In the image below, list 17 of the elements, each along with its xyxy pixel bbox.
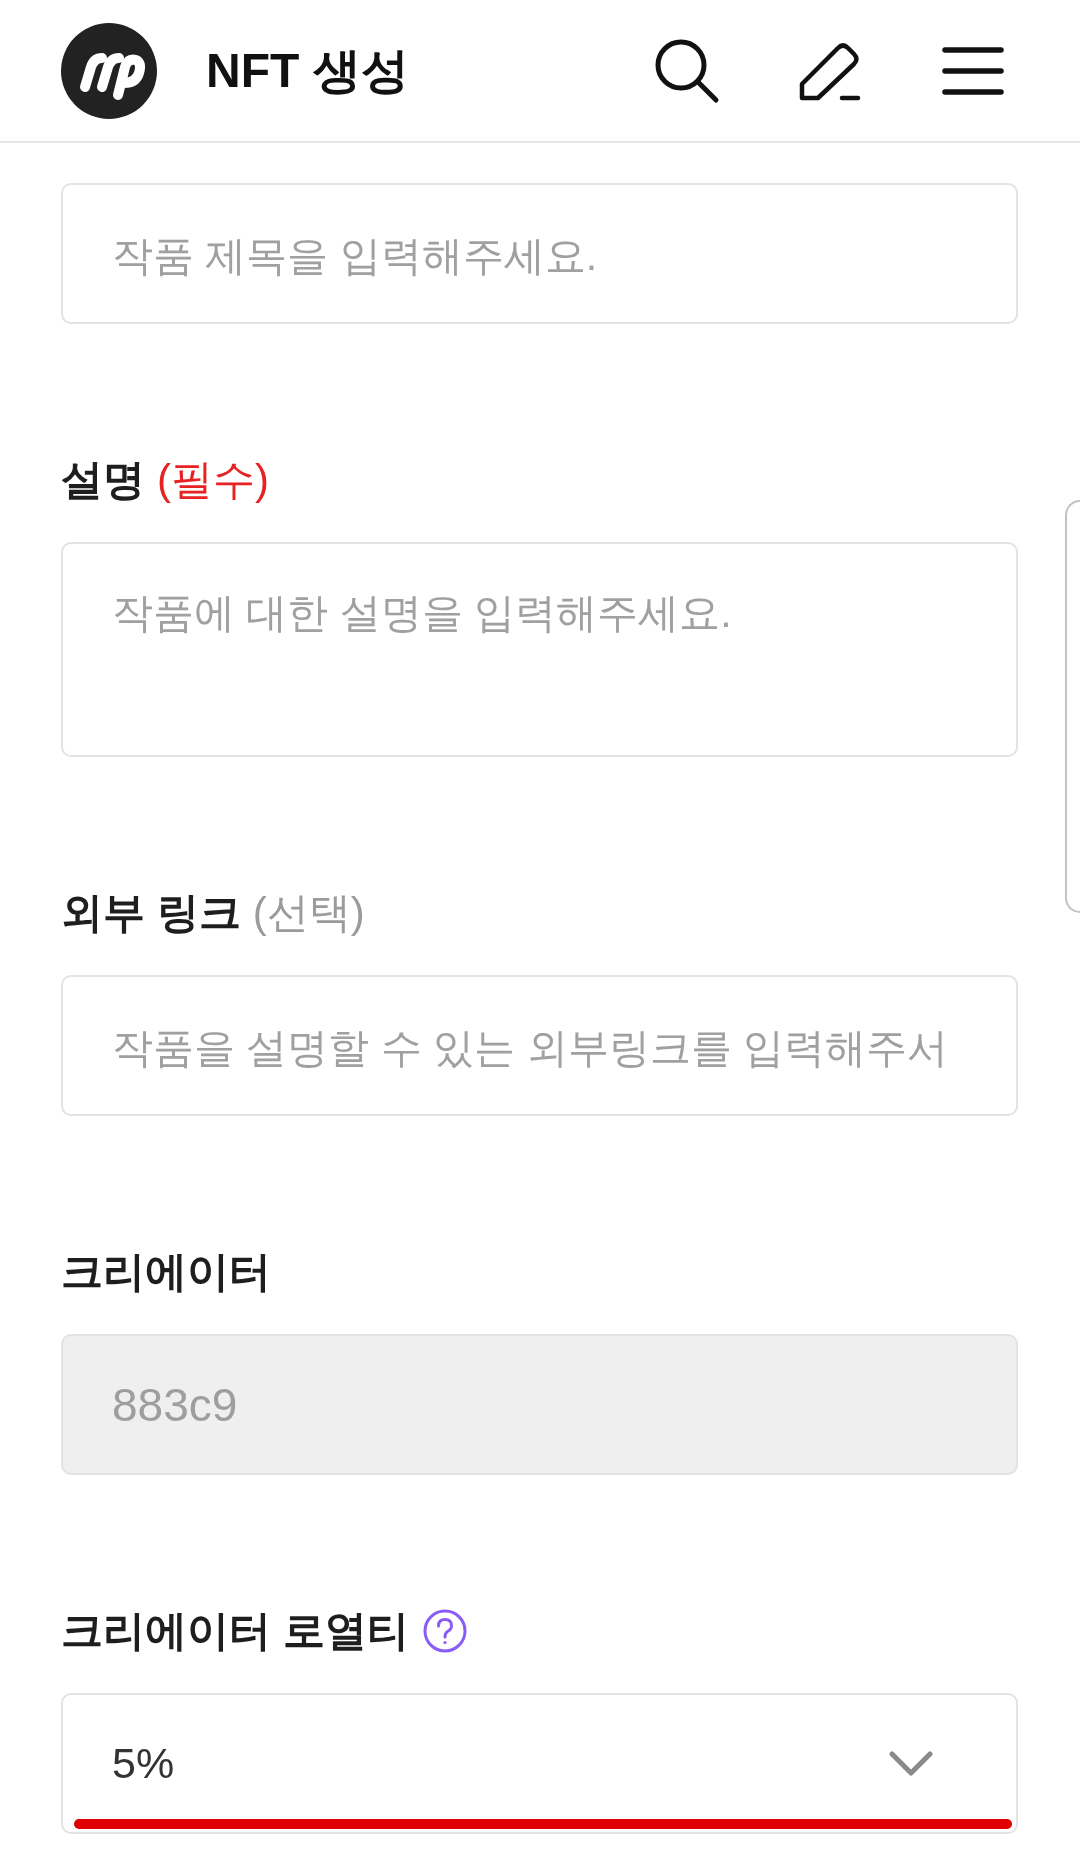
edge-panel-handle[interactable] [1065, 500, 1080, 913]
logo-icon[interactable] [61, 22, 157, 119]
field-label: 설명 [61, 455, 145, 505]
menu-icon[interactable] [942, 45, 1004, 96]
chevron-down-icon [889, 1750, 933, 1777]
search-icon[interactable] [654, 37, 720, 104]
text-field[interactable]: 작품 제목을 입력해주세요. [61, 183, 1018, 324]
text-field[interactable]: 작품을 설명할 수 있는 외부링크를 입력해주서 [61, 975, 1018, 1116]
dropdown[interactable]: 5% [61, 1693, 1018, 1834]
help-icon[interactable] [422, 1609, 467, 1653]
text-area[interactable]: 작품에 대한 설명을 입력해주세요. [61, 542, 1018, 757]
required-note: (필수) [157, 455, 269, 505]
optional-note: (선택) [252, 888, 365, 938]
field-label: 크리에이터 [61, 1247, 271, 1297]
page-title: NFT 생성 [206, 42, 409, 99]
field-label: 크리에이터 로열티 [61, 1606, 409, 1656]
field-label: 외부 링크 [61, 888, 241, 938]
